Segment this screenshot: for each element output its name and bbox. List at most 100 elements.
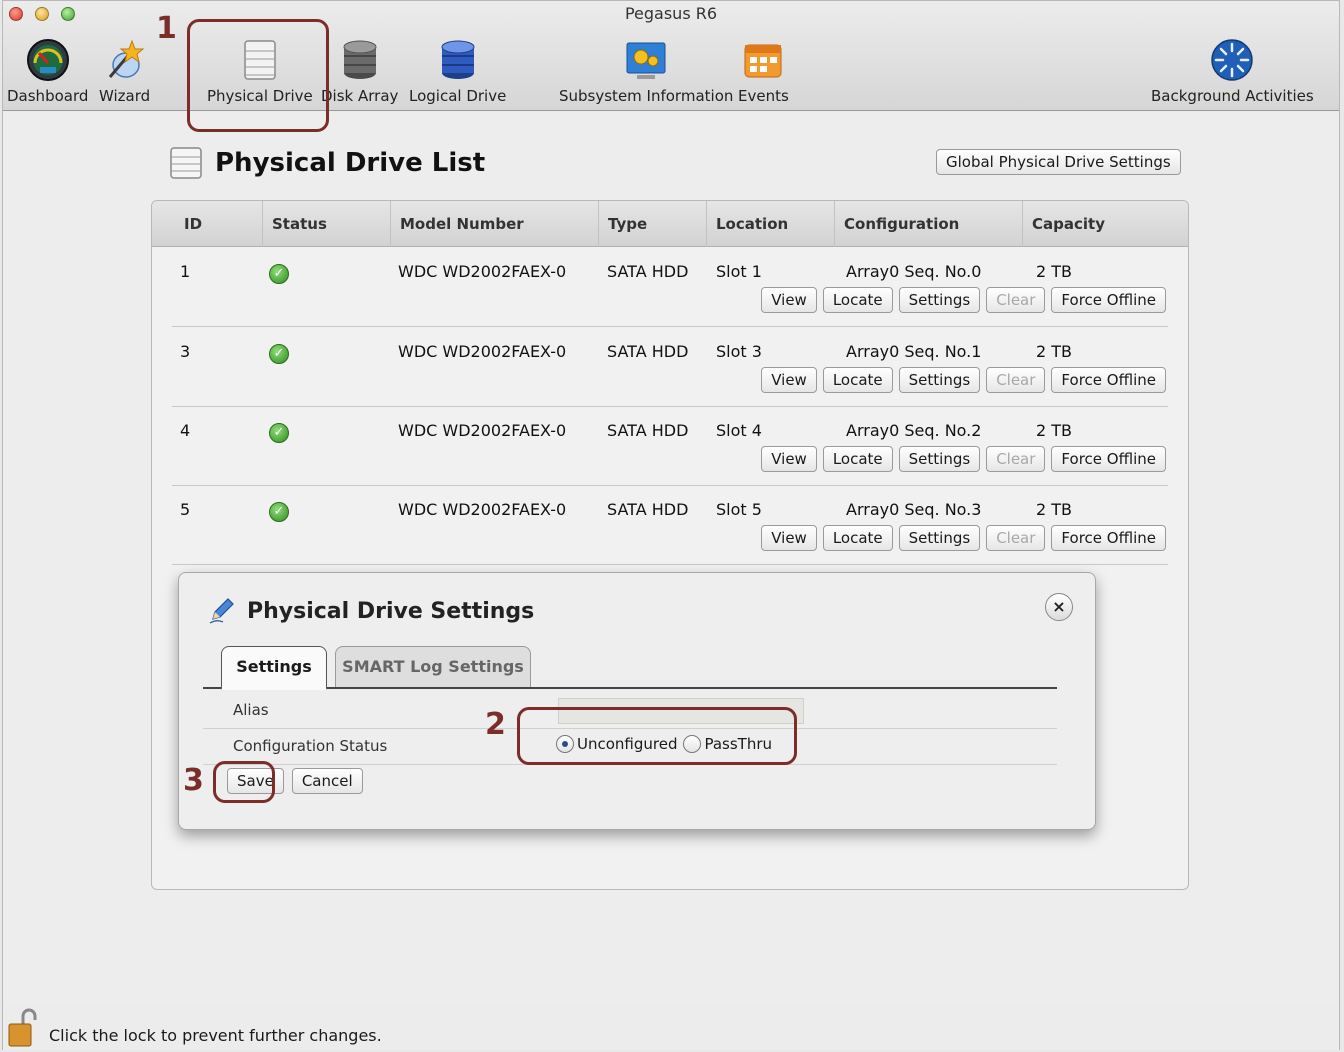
clear-button[interactable]: Clear <box>986 446 1046 472</box>
status-ok-icon: ✓ <box>269 344 289 364</box>
disk-array-icon <box>343 40 377 79</box>
table-row: 1 ✓ WDC WD2002FAEX-0 SATA HDD Slot 1 Arr… <box>172 247 1168 327</box>
force-offline-button[interactable]: Force Offline <box>1051 287 1166 313</box>
view-button[interactable]: View <box>761 287 817 313</box>
toolbar-label: Dashboard <box>7 87 89 105</box>
toolbar-subsystem-information[interactable]: Subsystem Information <box>559 37 733 105</box>
page-header: Physical Drive List <box>169 146 485 180</box>
physical-drive-list-icon <box>170 147 202 179</box>
force-offline-button[interactable]: Force Offline <box>1051 525 1166 551</box>
drive-model: WDC WD2002FAEX-0 <box>398 421 567 440</box>
toolbar-dashboard[interactable]: Dashboard <box>7 37 88 105</box>
drive-location: Slot 1 <box>716 262 762 281</box>
physical-drive-settings-dialog: Physical Drive Settings × Settings SMART… <box>178 572 1096 830</box>
subsystem-gears-icon <box>626 42 666 79</box>
drive-type: SATA HDD <box>607 262 689 281</box>
footer-text: Click the lock to prevent further change… <box>49 1026 382 1045</box>
row-actions: View Locate Settings Clear Force Offline <box>761 525 1166 551</box>
toolbar-logical-drive[interactable]: Logical Drive <box>409 37 506 105</box>
events-calendar-icon <box>744 44 782 78</box>
close-icon[interactable]: × <box>1045 593 1073 621</box>
column-header-location[interactable]: Location <box>716 215 788 233</box>
callout-box-3 <box>213 761 275 803</box>
view-button[interactable]: View <box>761 446 817 472</box>
toolbar-label: Events <box>738 87 789 105</box>
clear-button[interactable]: Clear <box>986 287 1046 313</box>
toolbar-disk-array[interactable]: Disk Array <box>321 37 398 105</box>
drive-location: Slot 3 <box>716 342 762 361</box>
table-row: 5 ✓ WDC WD2002FAEX-0 SATA HDD Slot 5 Arr… <box>172 485 1168 565</box>
callout-number-2: 2 <box>485 707 506 742</box>
toolbar-label: Logical Drive <box>409 87 507 105</box>
drive-type: SATA HDD <box>607 342 689 361</box>
drive-configuration: Array0 Seq. No.2 <box>846 421 982 440</box>
drive-configuration: Array0 Seq. No.3 <box>846 500 982 519</box>
drive-id: 1 <box>180 262 191 281</box>
lock-icon[interactable] <box>7 1008 37 1048</box>
clear-button[interactable]: Clear <box>986 525 1046 551</box>
toolbar-events[interactable]: Events <box>738 37 789 105</box>
status-ok-icon: ✓ <box>269 502 289 522</box>
row-actions: View Locate Settings Clear Force Offline <box>761 367 1166 393</box>
drive-model: WDC WD2002FAEX-0 <box>398 262 567 281</box>
callout-number-3: 3 <box>183 763 204 798</box>
locate-button[interactable]: Locate <box>822 367 893 393</box>
column-header-id[interactable]: ID <box>184 215 202 233</box>
toolbar-wizard[interactable]: Wizard <box>99 37 150 105</box>
toolbar-background-activities[interactable]: Background Activities <box>1151 37 1314 105</box>
table-row: 4 ✓ WDC WD2002FAEX-0 SATA HDD Slot 4 Arr… <box>172 406 1168 486</box>
locate-button[interactable]: Locate <box>822 446 893 472</box>
page-title: Physical Drive List <box>215 148 486 178</box>
row-actions: View Locate Settings Clear Force Offline <box>761 287 1166 313</box>
tab-settings[interactable]: Settings <box>221 646 327 690</box>
dashboard-gauge-icon <box>26 39 69 81</box>
main-content: Physical Drive List Global Physical Driv… <box>3 112 1339 1004</box>
column-header-configuration[interactable]: Configuration <box>844 215 959 233</box>
toolbar-label: Subsystem Information <box>559 87 734 105</box>
drive-model: WDC WD2002FAEX-0 <box>398 342 567 361</box>
footer: Click the lock to prevent further change… <box>3 1004 1339 1050</box>
column-header-type[interactable]: Type <box>608 215 647 233</box>
app-window: Pegasus R6 Dashboard Wizard Physical Dri… <box>2 0 1340 1050</box>
force-offline-button[interactable]: Force Offline <box>1051 367 1166 393</box>
status-ok-icon: ✓ <box>269 264 289 284</box>
settings-button[interactable]: Settings <box>898 525 981 551</box>
drive-configuration: Array0 Seq. No.0 <box>846 262 982 281</box>
toolbar-label: Background Activities <box>1151 87 1314 105</box>
drive-capacity: 2 TB <box>1036 421 1073 440</box>
drive-capacity: 2 TB <box>1036 262 1073 281</box>
drive-configuration: Array0 Seq. No.1 <box>846 342 982 361</box>
drive-capacity: 2 TB <box>1036 500 1073 519</box>
callout-box-1 <box>187 19 329 132</box>
drive-capacity: 2 TB <box>1036 342 1073 361</box>
dialog-title: Physical Drive Settings <box>247 599 535 624</box>
configuration-status-label: Configuration Status <box>233 737 388 755</box>
drive-type: SATA HDD <box>607 421 689 440</box>
wizard-wand-icon <box>108 39 144 78</box>
column-header-model-number[interactable]: Model Number <box>400 215 524 233</box>
locate-button[interactable]: Locate <box>822 287 893 313</box>
settings-button[interactable]: Settings <box>898 367 981 393</box>
callout-box-2 <box>517 707 797 765</box>
pencil-icon <box>209 598 234 624</box>
settings-button[interactable]: Settings <box>898 287 981 313</box>
force-offline-button[interactable]: Force Offline <box>1051 446 1166 472</box>
alias-label: Alias <box>233 701 269 719</box>
toolbar-label: Disk Array <box>321 87 399 105</box>
table-header: ID Status Model Number Type Location Con… <box>152 201 1188 247</box>
drive-id: 3 <box>180 342 191 361</box>
view-button[interactable]: View <box>761 525 817 551</box>
drive-location: Slot 5 <box>716 500 762 519</box>
global-physical-drive-settings-button[interactable]: Global Physical Drive Settings <box>936 149 1181 175</box>
tab-divider <box>203 687 1057 689</box>
drive-model: WDC WD2002FAEX-0 <box>398 500 567 519</box>
drive-location: Slot 4 <box>716 421 762 440</box>
column-header-capacity[interactable]: Capacity <box>1032 215 1105 233</box>
settings-button[interactable]: Settings <box>898 446 981 472</box>
tab-smart-log-settings[interactable]: SMART Log Settings <box>335 646 531 688</box>
locate-button[interactable]: Locate <box>822 525 893 551</box>
clear-button[interactable]: Clear <box>986 367 1046 393</box>
cancel-button[interactable]: Cancel <box>291 768 363 794</box>
view-button[interactable]: View <box>761 367 817 393</box>
column-header-status[interactable]: Status <box>272 215 327 233</box>
